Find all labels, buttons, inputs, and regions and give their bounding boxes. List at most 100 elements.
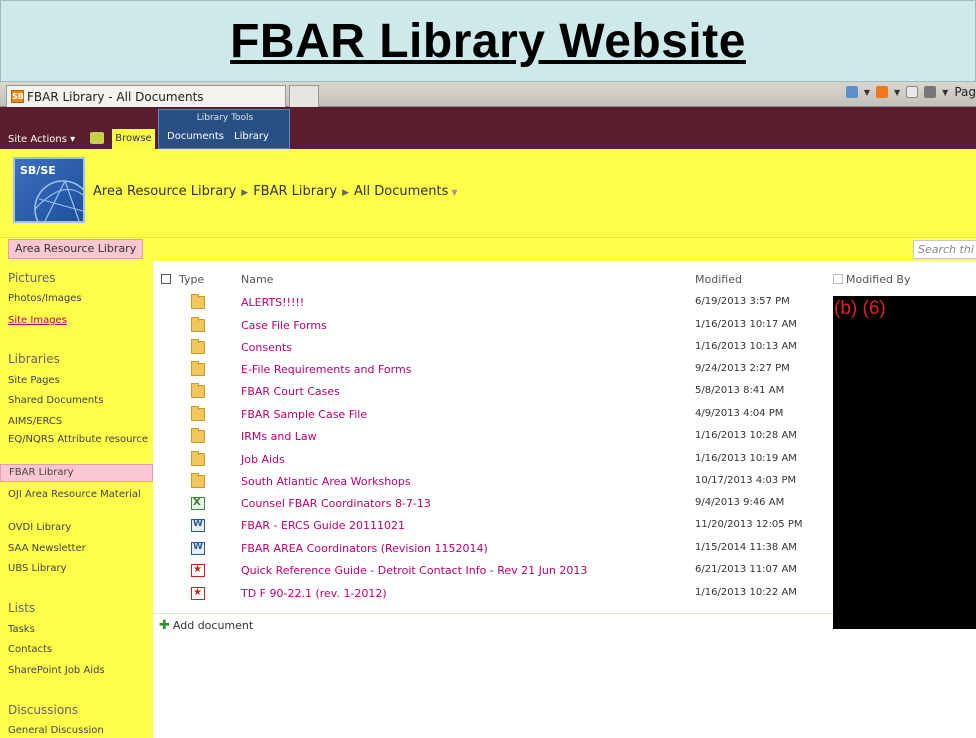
item-name-link[interactable]: TD F 90-22.1 (rev. 1-2012) [241, 587, 387, 600]
add-document-label: Add document [172, 619, 254, 632]
sidebar-item-aims-ercs[interactable]: AIMS/ERCS [8, 416, 148, 427]
chevron-right-icon: ▶ [241, 188, 249, 198]
breadcrumb-library[interactable]: FBAR Library [253, 184, 337, 199]
chevron-down-icon[interactable]: ▼ [451, 188, 457, 197]
chevron-down-icon[interactable]: ▼ [942, 88, 948, 97]
sidebar-item-site-pages[interactable]: Site Pages [8, 375, 148, 386]
site-actions-menu[interactable]: Site Actions ▾ [8, 134, 75, 145]
tab-library[interactable]: Library [234, 131, 269, 142]
item-modified: 9/24/2013 2:27 PM [695, 363, 790, 374]
tab-documents[interactable]: Documents [167, 131, 224, 142]
item-modified: 1/16/2013 10:13 AM [695, 341, 797, 352]
breadcrumb-view[interactable]: All Documents [354, 184, 448, 199]
home-icon[interactable] [845, 86, 858, 98]
nav-heading-discussions[interactable]: Discussions [8, 703, 78, 717]
item-name-link[interactable]: FBAR Sample Case File [241, 408, 367, 421]
rss-icon[interactable] [876, 86, 889, 98]
folder-icon [191, 451, 205, 466]
sidebar-item-tasks[interactable]: Tasks [8, 624, 148, 635]
column-header-modified[interactable]: Modified [695, 273, 742, 286]
browser-tab[interactable]: SB FBAR Library - All Documents [6, 85, 286, 107]
tab-browse[interactable]: Browse [112, 129, 155, 149]
column-checkbox[interactable] [833, 274, 843, 284]
chevron-down-icon[interactable]: ▼ [894, 88, 900, 97]
item-modified: 1/15/2014 11:38 AM [695, 542, 797, 553]
sidebar-item-eq-nqrs[interactable]: EQ/NQRS Attribute resource [8, 434, 148, 445]
sidebar-item-shared-documents[interactable]: Shared Documents [8, 395, 148, 406]
item-name-link[interactable]: Quick Reference Guide - Detroit Contact … [241, 564, 587, 577]
chevron-down-icon[interactable]: ▼ [864, 88, 870, 97]
column-header-modified-by[interactable]: Modified By [833, 273, 911, 286]
nav-heading-pictures[interactable]: Pictures [8, 271, 56, 285]
browser-tab-title: FBAR Library - All Documents [27, 89, 204, 104]
sidebar-item-fbar-library[interactable]: FBAR Library [0, 464, 153, 482]
sidebar-item-saa-newsletter[interactable]: SAA Newsletter [8, 543, 148, 554]
print-icon[interactable] [924, 86, 937, 98]
slide-title-band: FBAR Library Website [0, 0, 976, 82]
item-modified: 6/21/2013 11:07 AM [695, 564, 797, 575]
excel-icon [191, 497, 205, 510]
sidebar-item-sharepoint-job-aids[interactable]: SharePoint Job Aids [8, 665, 148, 676]
mail-icon[interactable] [906, 86, 919, 98]
nav-heading-lists[interactable]: Lists [8, 601, 35, 615]
site-logo[interactable]: SB/SE [13, 157, 85, 223]
item-modified: 1/16/2013 10:22 AM [695, 587, 797, 598]
top-nav: Area Resource Library Search thi [0, 237, 976, 261]
item-name-link[interactable]: Case File Forms [241, 319, 327, 332]
sidebar-item-oji[interactable]: OJI Area Resource Material [8, 489, 148, 500]
browser-tab-bar: SB FBAR Library - All Documents ▼ ▼ ▼ Pa… [0, 82, 976, 107]
item-name-link[interactable]: South Atlantic Area Workshops [241, 475, 411, 488]
column-modified-by-label: Modified By [846, 273, 911, 286]
breadcrumb: Area Resource Library ▶ FBAR Library ▶ All D… [93, 184, 458, 199]
item-modified: 6/19/2013 3:57 PM [695, 296, 790, 307]
sidebar-item-ovdi[interactable]: OVDI Library [8, 522, 148, 533]
column-header-type[interactable]: Type [161, 273, 204, 286]
pdf-icon [191, 564, 205, 577]
pdf-icon [191, 587, 205, 600]
breadcrumb-site[interactable]: Area Resource Library [93, 184, 236, 199]
item-name-link[interactable]: FBAR Court Cases [241, 385, 340, 398]
page-menu[interactable]: Pag [954, 85, 976, 99]
nav-heading-libraries[interactable]: Libraries [8, 352, 60, 366]
item-name-link[interactable]: Consents [241, 341, 292, 354]
item-modified: 4/9/2013 4:04 PM [695, 408, 784, 419]
item-name-link[interactable]: IRMs and Law [241, 430, 317, 443]
slide-title: FBAR Library Website [230, 14, 746, 68]
word-icon [191, 519, 205, 532]
sidebar-item-site-images[interactable]: Site Images [8, 315, 148, 326]
item-modified: 1/16/2013 10:28 AM [695, 430, 797, 441]
item-modified: 9/4/2013 9:46 AM [695, 497, 785, 508]
select-all-checkbox[interactable] [161, 274, 171, 284]
item-name-link[interactable]: Counsel FBAR Coordinators 8-7-13 [241, 497, 431, 510]
folder-icon [191, 317, 205, 332]
top-nav-home[interactable]: Area Resource Library [8, 239, 144, 259]
item-name-link[interactable]: E-File Requirements and Forms [241, 363, 411, 376]
folder-icon [191, 339, 205, 354]
item-modified: 1/16/2013 10:19 AM [695, 453, 797, 464]
item-modified: 1/16/2013 10:17 AM [695, 319, 797, 330]
sidebar-item-contacts[interactable]: Contacts [8, 644, 148, 655]
favicon-icon: SB [11, 90, 24, 103]
search-input[interactable]: Search thi [913, 240, 976, 259]
item-name-link[interactable]: Job Aids [241, 453, 285, 466]
sidebar-item-general-discussion[interactable]: General Discussion [8, 725, 148, 736]
redaction-label: (b) (6) [834, 298, 886, 319]
item-name-link[interactable]: FBAR - ERCS Guide 20111021 [241, 519, 405, 532]
folder-icon [191, 294, 205, 309]
new-tab-button[interactable] [289, 85, 319, 107]
sidebar-item-photos-images[interactable]: Photos/Images [8, 293, 148, 304]
item-modified: 10/17/2013 4:03 PM [695, 475, 797, 486]
sidebar-item-ubs-library[interactable]: UBS Library [8, 563, 148, 574]
column-type-label: Type [179, 273, 205, 286]
library-tools-group: Library Tools Documents Library [158, 109, 290, 149]
item-name-link[interactable]: FBAR AREA Coordinators (Revision 1152014… [241, 542, 488, 555]
item-name-link[interactable]: ALERTS!!!!! [241, 296, 304, 309]
add-document-link[interactable]: ✚ Add document [159, 618, 253, 633]
item-modified: 11/20/2013 12:05 PM [695, 519, 803, 530]
chevron-right-icon: ▶ [342, 188, 350, 198]
navigate-up-icon[interactable] [90, 132, 104, 144]
plus-icon: ✚ [159, 618, 170, 633]
column-header-name[interactable]: Name [241, 273, 273, 286]
folder-icon [191, 406, 205, 421]
library-tools-label: Library Tools [196, 113, 254, 123]
